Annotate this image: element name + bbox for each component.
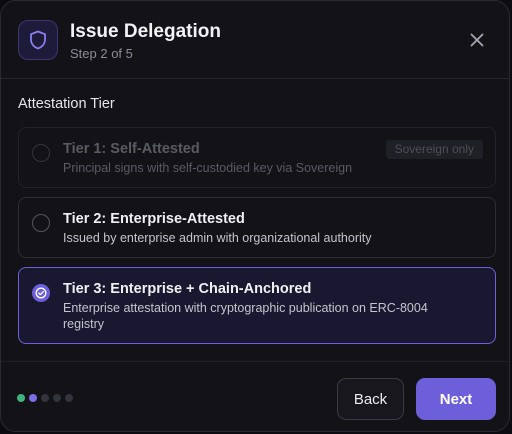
shield-icon: [30, 30, 46, 50]
progress-dot: [17, 394, 25, 402]
tier-option-enterprise-attested[interactable]: Tier 2: Enterprise-Attested Issued by en…: [18, 197, 496, 258]
close-button[interactable]: [465, 28, 489, 52]
dialog-title: Issue Delegation: [70, 21, 221, 42]
step-indicator: Step 2 of 5: [70, 46, 133, 61]
radio-button-checked[interactable]: [32, 284, 50, 302]
progress-dot: [29, 394, 37, 402]
check-circle-icon: [35, 287, 47, 299]
option-title: Tier 2: Enterprise-Attested: [63, 211, 245, 227]
close-icon: [470, 33, 484, 47]
option-title: Tier 1: Self-Attested: [63, 141, 200, 157]
availability-badge: Sovereign only: [385, 140, 483, 159]
next-button[interactable]: Next: [416, 378, 496, 420]
tier-option-self-attested: Tier 1: Self-Attested Principal signs wi…: [18, 127, 496, 188]
dialog-header: Issue Delegation Step 2 of 5: [1, 1, 509, 79]
option-title: Tier 3: Enterprise + Chain-Anchored: [63, 281, 312, 297]
back-button[interactable]: Back: [337, 378, 404, 420]
option-description: Enterprise attestation with cryptographi…: [63, 301, 428, 331]
issue-delegation-dialog: Issue Delegation Step 2 of 5 Attestation…: [0, 0, 510, 432]
progress-dot: [65, 394, 73, 402]
option-description: Principal signs with self-custodied key …: [63, 161, 353, 175]
radio-button[interactable]: [32, 214, 50, 232]
option-description: Issued by enterprise admin with organiza…: [63, 231, 372, 245]
progress-dot: [53, 394, 61, 402]
shield-icon-container: [18, 20, 58, 60]
tier-option-chain-anchored[interactable]: Tier 3: Enterprise + Chain-Anchored Ente…: [18, 267, 496, 344]
progress-dot: [41, 394, 49, 402]
section-label: Attestation Tier: [18, 96, 115, 112]
progress-dots: [17, 394, 73, 402]
radio-button: [32, 144, 50, 162]
